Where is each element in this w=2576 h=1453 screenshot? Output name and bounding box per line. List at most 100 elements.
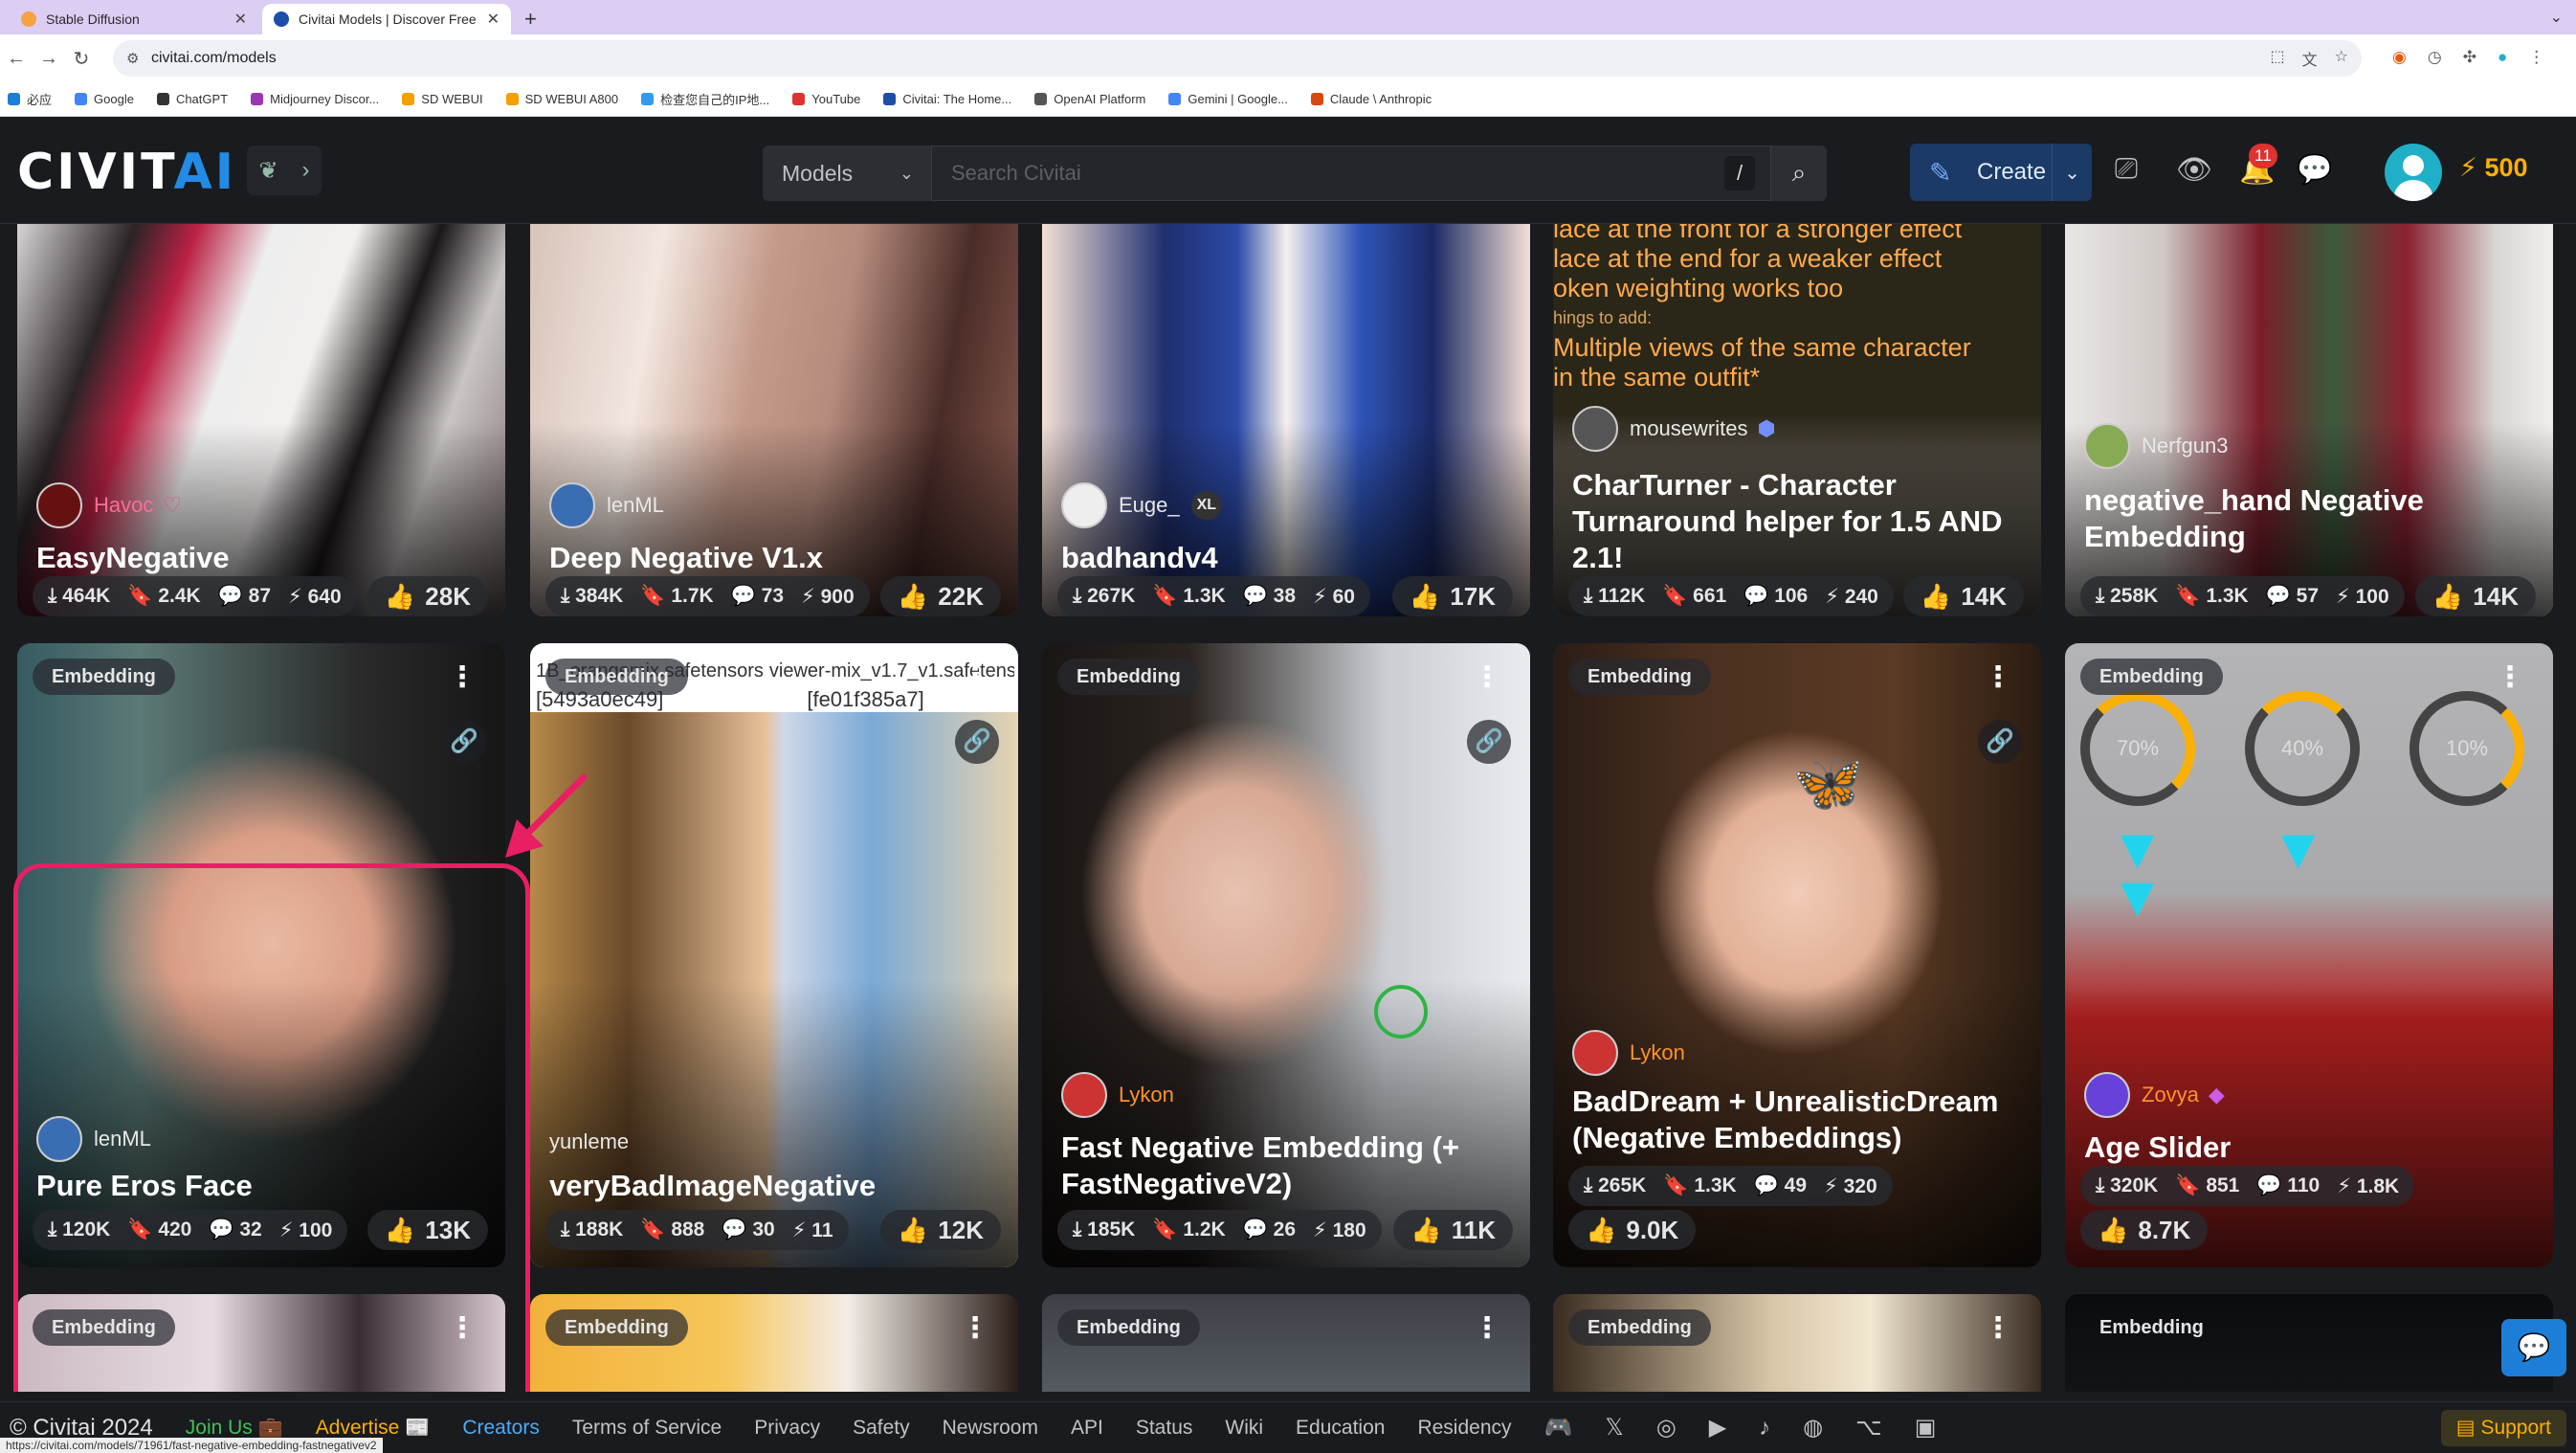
github-icon[interactable]: ⌥ bbox=[1855, 1414, 1882, 1442]
chat-icon[interactable]: 💬 bbox=[2297, 153, 2332, 187]
model-card[interactable]: Embedding bbox=[2065, 1294, 2553, 1392]
footer-link-residency[interactable]: Residency bbox=[1417, 1417, 1511, 1440]
likes-count[interactable]: 👍 8.7K bbox=[2080, 1210, 2209, 1250]
install-icon[interactable]: ⬚ bbox=[2271, 47, 2285, 70]
bookmark[interactable]: Gemini | Google... bbox=[1168, 92, 1288, 106]
footer-link-safety[interactable]: Safety bbox=[853, 1417, 910, 1440]
more-options-icon[interactable]: ⋮ bbox=[1984, 1311, 2012, 1345]
search-input[interactable]: Search Civitai / bbox=[931, 145, 1771, 201]
model-card[interactable]: 1B_orangemix.safetensorsviewer-mix_v1.7_… bbox=[530, 643, 1018, 1267]
likes-count[interactable]: 👍 11K bbox=[1393, 1210, 1513, 1250]
creator[interactable]: Lykon bbox=[1572, 1030, 1685, 1076]
advertise-link[interactable]: Advertise 📰 bbox=[316, 1417, 431, 1440]
browser-tab-stable-diffusion[interactable]: Stable Diffusion ✕ bbox=[10, 4, 258, 34]
site-info-icon[interactable]: ⚙ bbox=[126, 50, 139, 67]
likes-count[interactable]: 👍 12K bbox=[879, 1210, 1001, 1250]
youtube-icon[interactable]: ▶ bbox=[1709, 1414, 1726, 1442]
close-icon[interactable]: ✕ bbox=[234, 10, 247, 29]
model-card[interactable]: lace at the front for a stronger effect … bbox=[1553, 224, 2041, 616]
model-card[interactable]: Embedding ⋮ bbox=[530, 1294, 1018, 1392]
reddit-icon[interactable]: ◍ bbox=[1803, 1414, 1823, 1442]
back-icon[interactable]: ← bbox=[0, 48, 33, 70]
model-card[interactable]: Embedding ⋮ 🔗 Lykon Fast Negative Embedd… bbox=[1042, 643, 1530, 1267]
footer-link-wiki[interactable]: Wiki bbox=[1225, 1417, 1263, 1440]
model-title[interactable]: CharTurner - Character Turnaround helper… bbox=[1572, 467, 2026, 576]
likes-count[interactable]: 👍 14K bbox=[1902, 576, 2024, 616]
tiktok-icon[interactable]: ♪ bbox=[1759, 1415, 1770, 1442]
footer-link-api[interactable]: API bbox=[1071, 1417, 1103, 1440]
model-card[interactable]: lenML Deep Negative V1.x ⤓ 384K 🔖 1.7K 💬… bbox=[530, 224, 1018, 616]
menu-icon[interactable]: ⋮ bbox=[2528, 48, 2544, 67]
eye-icon[interactable]: 👁 bbox=[2176, 153, 2212, 187]
instagram-icon[interactable]: ◎ bbox=[1656, 1414, 1677, 1442]
creator[interactable]: Lykon bbox=[1061, 1072, 1174, 1118]
creator[interactable]: Havoc ♡ bbox=[36, 482, 182, 528]
model-card[interactable]: Nerfgun3 negative_hand Negative Embeddin… bbox=[2065, 224, 2553, 616]
chat-widget-button[interactable]: 💬 bbox=[2501, 1319, 2566, 1376]
creator[interactable]: yunleme bbox=[549, 1129, 629, 1154]
browser-tab-civitai[interactable]: Civitai Models | Discover Free ✕ bbox=[262, 4, 511, 34]
footer-link-terms[interactable]: Terms of Service bbox=[572, 1417, 722, 1440]
profile-icon[interactable]: ● bbox=[2498, 48, 2507, 67]
bookmark[interactable]: SD WEBUI A800 bbox=[505, 92, 618, 106]
bookmark[interactable]: ChatGPT bbox=[156, 92, 228, 106]
search-type-select[interactable]: Models ⌄ bbox=[763, 145, 931, 201]
model-card[interactable]: Havoc ♡ EasyNegative ⤓ 464K 🔖 2.4K 💬 87 ⚡… bbox=[17, 224, 505, 616]
more-options-icon[interactable]: ⋮ bbox=[2496, 660, 2524, 694]
creator[interactable]: lenML bbox=[549, 482, 664, 528]
more-options-icon[interactable]: ⋮ bbox=[448, 660, 477, 694]
footer-link-privacy[interactable]: Privacy bbox=[754, 1417, 820, 1440]
likes-count[interactable]: 👍 28K bbox=[366, 576, 488, 616]
likes-count[interactable]: 👍 13K bbox=[366, 1210, 488, 1250]
bookmark[interactable]: Claude \ Anthropic bbox=[1310, 92, 1432, 106]
model-title[interactable]: Age Slider bbox=[2084, 1129, 2538, 1166]
extension-icon[interactable]: ◉ bbox=[2392, 48, 2407, 67]
link-icon[interactable]: 🔗 bbox=[1467, 720, 1511, 764]
more-options-icon[interactable]: ⋮ bbox=[961, 1311, 989, 1345]
history-icon[interactable]: ◷ bbox=[2428, 48, 2442, 67]
creator[interactable]: Zovya ◆ bbox=[2084, 1072, 2225, 1118]
bookmark[interactable]: SD WEBUI bbox=[402, 92, 483, 106]
create-menu-toggle[interactable]: ⌄ bbox=[2052, 144, 2092, 201]
model-card[interactable]: Embedding ⋮ bbox=[1042, 1294, 1530, 1392]
address-bar[interactable]: ⚙ civitai.com/models ⬚ 文 ☆ bbox=[113, 40, 2362, 77]
model-title[interactable]: Deep Negative V1.x bbox=[549, 540, 1003, 576]
model-card[interactable]: Embedding ⋮ 🔗 lenML Pure Eros Face ⤓ 120… bbox=[17, 643, 505, 1267]
link-icon[interactable]: 🔗 bbox=[955, 720, 999, 764]
model-card[interactable]: Euge_ XL badhandv4 ⤓ 267K 🔖 1.3K 💬 38 ⚡ 6… bbox=[1042, 224, 1530, 616]
reload-icon[interactable]: ↻ bbox=[65, 47, 98, 71]
model-title[interactable]: Pure Eros Face bbox=[36, 1168, 490, 1204]
likes-count[interactable]: 👍 14K bbox=[2414, 576, 2536, 616]
creator[interactable]: Euge_ XL bbox=[1061, 482, 1223, 528]
discord-icon[interactable]: 🎮 bbox=[1544, 1414, 1573, 1442]
bookmark[interactable]: OpenAI Platform bbox=[1034, 92, 1145, 106]
creator[interactable]: mousewrites ⬢ bbox=[1572, 406, 1776, 452]
more-options-icon[interactable]: ⋮ bbox=[448, 1311, 477, 1345]
more-options-icon[interactable]: ⋮ bbox=[1984, 660, 2012, 694]
bookmark[interactable]: 必应 bbox=[8, 90, 52, 108]
likes-count[interactable]: 👍 9.0K bbox=[1568, 1210, 1697, 1250]
model-title[interactable]: BadDream + UnrealisticDream (Negative Em… bbox=[1572, 1084, 2026, 1156]
model-title[interactable]: veryBadImageNegative bbox=[549, 1168, 1003, 1204]
bookmark[interactable]: YouTube bbox=[792, 92, 860, 106]
search-button[interactable]: ⌕ bbox=[1771, 145, 1827, 201]
creator[interactable]: lenML bbox=[36, 1116, 151, 1162]
buzz-balance[interactable]: ⚡ 500 bbox=[2459, 153, 2528, 183]
support-button[interactable]: ▤ Support bbox=[2440, 1410, 2566, 1446]
x-icon[interactable]: 𝕏 bbox=[1605, 1414, 1623, 1442]
bookmark[interactable]: Civitai: The Home... bbox=[883, 92, 1011, 106]
model-card[interactable]: Embedding ⋮ 🔗 🦋 Lykon BadDream + Unreali… bbox=[1553, 643, 2041, 1267]
bookmark[interactable]: 检查您自己的IP地... bbox=[641, 90, 769, 108]
puzzle-icon[interactable]: ✣ bbox=[2463, 48, 2476, 67]
more-options-icon[interactable]: ⋮ bbox=[1473, 1311, 1501, 1345]
model-card[interactable]: 70% 40% 10% ▼ ▼ ▼ Embedding ⋮ Zovya ◆ Age … bbox=[2065, 643, 2553, 1267]
footer-link-newsroom[interactable]: Newsroom bbox=[943, 1417, 1038, 1440]
link-icon[interactable]: 🔗 bbox=[1978, 720, 2022, 764]
logo-switcher[interactable]: ❦ › bbox=[247, 145, 322, 195]
footer-link-education[interactable]: Education bbox=[1296, 1417, 1385, 1440]
more-options-icon[interactable]: ⋮ bbox=[1473, 660, 1501, 694]
user-avatar[interactable] bbox=[2385, 144, 2442, 201]
twitch-icon[interactable]: ▣ bbox=[1915, 1414, 1937, 1442]
more-options-icon[interactable]: ⋮ bbox=[961, 660, 989, 694]
translate-icon[interactable]: 文 bbox=[2302, 47, 2318, 70]
